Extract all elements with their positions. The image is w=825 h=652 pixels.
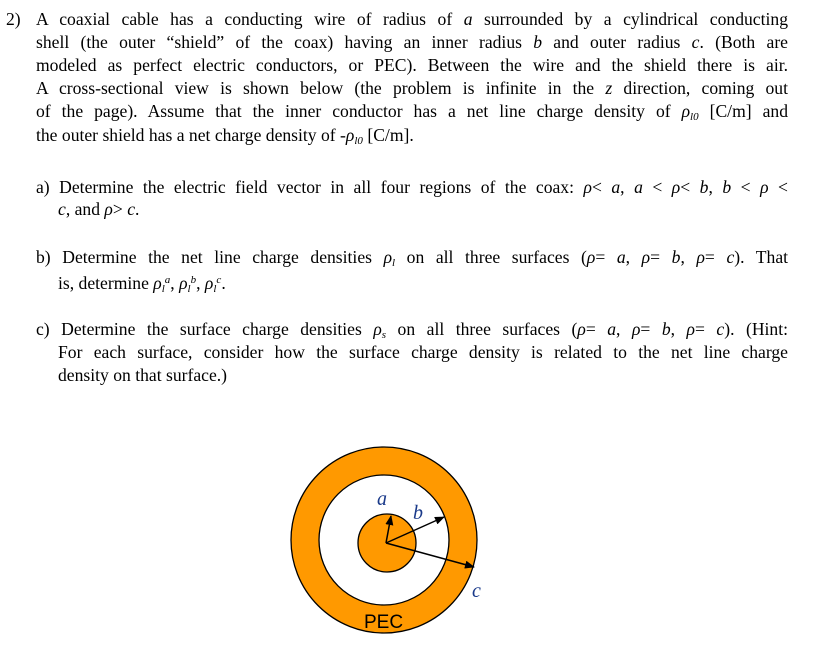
- label-pec: PEC: [364, 612, 403, 633]
- coax-cross-section-figure: a b c PEC: [290, 446, 481, 634]
- label-b: b: [413, 502, 423, 524]
- label-c: c: [472, 580, 481, 602]
- label-a: a: [377, 488, 387, 510]
